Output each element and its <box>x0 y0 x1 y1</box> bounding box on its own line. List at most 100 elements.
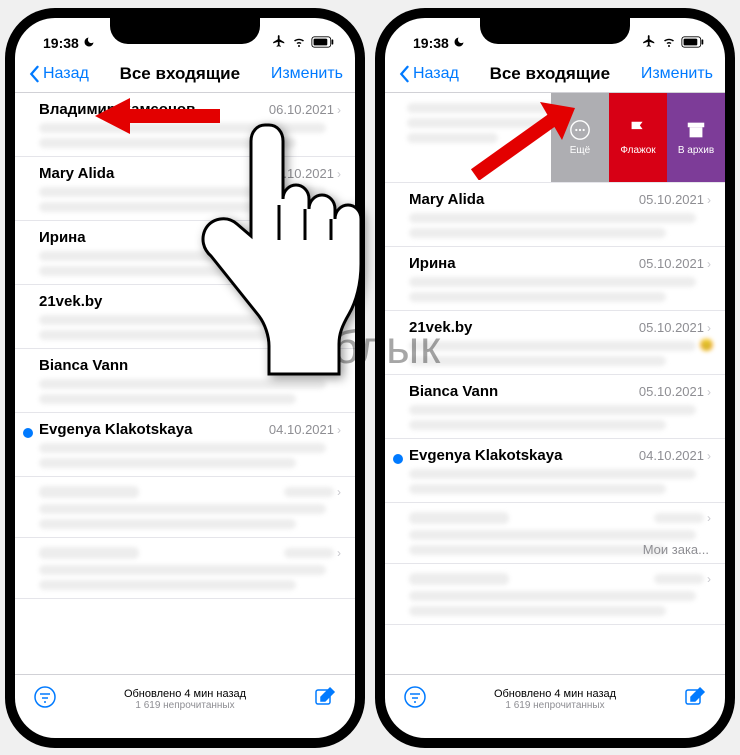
email-row[interactable]: Evgenya Klakotskaya 04.10.2021› <box>15 413 355 477</box>
blurred-text: 😊 <box>409 341 696 351</box>
date-label: 05.10.2021 <box>639 256 704 271</box>
email-row[interactable]: › <box>385 564 725 625</box>
chevron-right-icon: › <box>337 423 341 437</box>
blurred-text <box>409 356 666 366</box>
date-label <box>654 513 704 523</box>
wifi-icon <box>291 35 307 51</box>
date-label <box>284 548 334 558</box>
blurred-text <box>409 277 696 287</box>
blurred-text <box>39 443 326 453</box>
blurred-text <box>39 458 296 468</box>
email-row[interactable]: › <box>15 538 355 599</box>
unread-dot-icon <box>23 428 33 438</box>
sender-label: Mary Alida <box>39 165 114 182</box>
sender-label: Bianca Vann <box>409 383 498 400</box>
email-row[interactable]: Ирина 05.10.2021› <box>385 247 725 311</box>
blurred-text <box>39 519 296 529</box>
date-label: 04.10.2021 <box>639 448 704 463</box>
status-text: Обновлено 4 мин назад 1 619 непрочитанны… <box>494 688 616 711</box>
back-button[interactable]: Назад <box>397 65 459 83</box>
date-label <box>654 574 704 584</box>
date-label: 04.10.2021 <box>269 422 334 437</box>
notch <box>110 18 260 44</box>
chevron-right-icon: › <box>707 321 711 335</box>
status-text: Обновлено 4 мин назад 1 619 непрочитанны… <box>124 688 246 711</box>
page-title: Все входящие <box>490 64 611 84</box>
email-row[interactable]: › Мои зака... <box>385 503 725 564</box>
edit-button[interactable]: Изменить <box>641 65 713 83</box>
airplane-icon <box>271 34 287 51</box>
blurred-text <box>409 420 666 430</box>
swipe-archive-label: В архив <box>678 145 714 156</box>
toolbar: Обновлено 4 мин назад 1 619 непрочитанны… <box>385 674 725 738</box>
swipe-flag-label: Флажок <box>620 145 655 156</box>
blurred-text <box>409 591 696 601</box>
sender-label: Evgenya Klakotskaya <box>39 421 192 438</box>
thread-preview-label: Мои зака... <box>643 542 709 557</box>
swipe-archive-button[interactable]: В архив <box>667 93 725 182</box>
filter-button[interactable] <box>403 685 427 714</box>
unread-label: 1 619 непрочитанных <box>124 700 246 711</box>
chevron-right-icon: › <box>707 257 711 271</box>
battery-icon <box>681 35 705 51</box>
date-label: 05.10.2021 <box>639 192 704 207</box>
sender-label <box>409 512 509 524</box>
sender-label: Bianca Vann <box>39 357 128 374</box>
annotation-arrow-right <box>470 100 580 180</box>
blurred-text <box>409 292 666 302</box>
blurred-text <box>39 379 326 389</box>
filter-button[interactable] <box>33 685 57 714</box>
back-label: Назад <box>43 65 89 83</box>
compose-button[interactable] <box>683 685 707 714</box>
chevron-right-icon: › <box>707 511 711 525</box>
blurred-text <box>409 606 666 616</box>
back-label: Назад <box>413 65 459 83</box>
hand-pointer-icon <box>180 110 370 380</box>
notch <box>480 18 630 44</box>
email-row[interactable]: Mary Alida05.10.2021› <box>385 183 725 247</box>
compose-button[interactable] <box>313 685 337 714</box>
chevron-right-icon: › <box>707 449 711 463</box>
nav-bar: Назад Все входящие Изменить <box>15 58 355 93</box>
blurred-text <box>409 469 696 479</box>
edit-button[interactable]: Изменить <box>271 65 343 83</box>
blurred-text <box>409 545 666 555</box>
battery-icon <box>311 35 335 51</box>
email-list[interactable]: Ещё Флажок В архив Mary Alida05.10.2021›… <box>385 93 725 674</box>
date-label: 05.10.2021 <box>639 320 704 335</box>
swipe-flag-button[interactable]: Флажок <box>609 93 667 182</box>
chevron-right-icon: › <box>707 193 711 207</box>
sender-label <box>39 547 139 559</box>
email-row[interactable]: Evgenya Klakotskaya 04.10.2021› <box>385 439 725 503</box>
page-title: Все входящие <box>120 64 241 84</box>
blurred-text <box>39 394 296 404</box>
nav-bar: Назад Все входящие Изменить <box>385 58 725 93</box>
status-time: 19:38 <box>413 35 449 51</box>
updated-label: Обновлено 4 мин назад <box>494 688 616 700</box>
sender-label: 21vek.by <box>39 293 102 310</box>
updated-label: Обновлено 4 мин назад <box>124 688 246 700</box>
blurred-text <box>409 213 696 223</box>
chevron-right-icon: › <box>337 485 341 499</box>
sender-label: Ирина <box>409 255 456 272</box>
wifi-icon <box>661 35 677 51</box>
email-row[interactable]: › <box>15 477 355 538</box>
back-button[interactable]: Назад <box>27 65 89 83</box>
blurred-text <box>409 484 666 494</box>
airplane-icon <box>641 34 657 51</box>
blurred-text <box>39 565 326 575</box>
date-label <box>284 487 334 497</box>
blurred-text <box>409 228 666 238</box>
chevron-right-icon: › <box>337 546 341 560</box>
blurred-text <box>39 580 296 590</box>
email-row[interactable]: Bianca Vann 05.10.2021› <box>385 375 725 439</box>
sender-label: Evgenya Klakotskaya <box>409 447 562 464</box>
date-label: 05.10.2021 <box>639 384 704 399</box>
blurred-text <box>409 530 696 540</box>
toolbar: Обновлено 4 мин назад 1 619 непрочитанны… <box>15 674 355 738</box>
unread-dot-icon <box>393 454 403 464</box>
status-time: 19:38 <box>43 35 79 51</box>
chevron-right-icon: › <box>707 385 711 399</box>
unread-label: 1 619 непрочитанных <box>494 700 616 711</box>
blurred-text <box>39 504 326 514</box>
